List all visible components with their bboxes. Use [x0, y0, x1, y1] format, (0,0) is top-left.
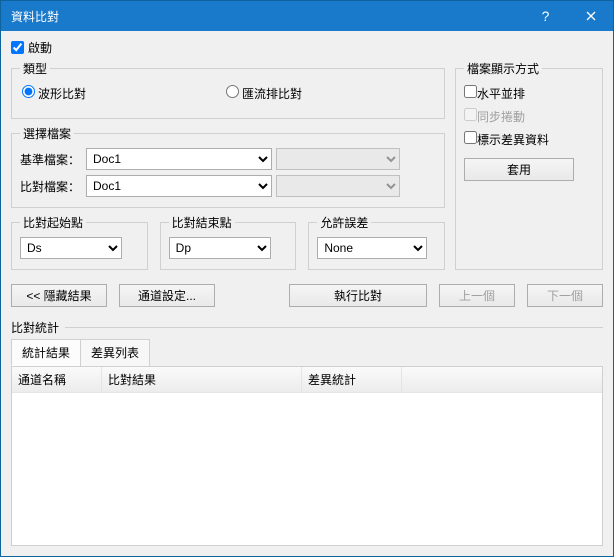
cmp-file-aux-select	[276, 175, 400, 197]
run-compare-button[interactable]: 執行比對	[289, 284, 427, 307]
type-radio-bus[interactable]: 匯流排比對	[226, 85, 302, 102]
dialog-window: 資料比對 ? 啟動 類型 波形比對 匯流排比對 選擇檔案	[0, 0, 614, 557]
side-by-side-checkbox[interactable]: 水平並排	[464, 85, 594, 102]
apply-button[interactable]: 套用	[464, 158, 574, 181]
type-radio-waveform[interactable]: 波形比對	[22, 85, 86, 102]
table-header: 通道名稱 比對結果 差異統計	[12, 367, 602, 393]
hide-results-button[interactable]: << 隱藏結果	[11, 284, 107, 307]
mark-diff-checkbox[interactable]: 標示差異資料	[464, 131, 594, 148]
tab-stats-result[interactable]: 統計結果	[11, 339, 81, 366]
enable-checkbox-input[interactable]	[11, 41, 24, 54]
display-group: 檔案顯示方式 水平並排 同步捲動 標示差異資料 套用	[455, 60, 603, 270]
next-button: 下一個	[527, 284, 603, 307]
base-file-label: 基準檔案：	[20, 151, 82, 168]
dialog-body: 啟動 類型 波形比對 匯流排比對 選擇檔案 基準檔案： Doc1	[1, 31, 613, 556]
enable-checkbox[interactable]: 啟動	[11, 39, 603, 56]
display-legend: 檔案顯示方式	[464, 60, 542, 77]
end-group: 比對結束點 Dp	[160, 214, 297, 270]
end-select[interactable]: Dp	[169, 237, 271, 259]
start-select[interactable]: Ds	[20, 237, 122, 259]
files-legend: 選擇檔案	[20, 125, 74, 142]
window-title: 資料比對	[11, 8, 523, 25]
col-diffstat[interactable]: 差異統計	[302, 367, 402, 392]
stats-table: 通道名稱 比對結果 差異統計	[11, 366, 603, 546]
col-result[interactable]: 比對結果	[102, 367, 302, 392]
col-channel[interactable]: 通道名稱	[12, 367, 102, 392]
prev-button: 上一個	[439, 284, 515, 307]
base-file-select[interactable]: Doc1	[86, 148, 272, 170]
close-button[interactable]	[568, 1, 613, 31]
stats-section-label: 比對統計	[11, 319, 59, 336]
stats-tabs: 統計結果 差異列表	[11, 339, 603, 367]
tolerance-group: 允許誤差 None	[308, 214, 445, 270]
cmp-file-select[interactable]: Doc1	[86, 175, 272, 197]
help-button[interactable]: ?	[523, 1, 568, 31]
titlebar: 資料比對 ?	[1, 1, 613, 31]
sync-scroll-checkbox: 同步捲動	[464, 108, 594, 125]
table-body	[12, 393, 602, 545]
close-icon	[586, 11, 596, 21]
start-legend: 比對起始點	[20, 214, 86, 231]
cmp-file-label: 比對檔案：	[20, 178, 82, 195]
start-group: 比對起始點 Ds	[11, 214, 148, 270]
channel-settings-button[interactable]: 通道設定...	[119, 284, 215, 307]
type-legend: 類型	[20, 60, 50, 77]
base-file-aux-select	[276, 148, 400, 170]
tolerance-legend: 允許誤差	[317, 214, 371, 231]
enable-label: 啟動	[28, 39, 52, 56]
divider	[65, 327, 603, 328]
tab-diff-list[interactable]: 差異列表	[80, 339, 150, 366]
tolerance-select[interactable]: None	[317, 237, 427, 259]
col-empty	[402, 367, 602, 392]
type-group: 類型 波形比對 匯流排比對	[11, 60, 445, 119]
end-legend: 比對結束點	[169, 214, 235, 231]
files-group: 選擇檔案 基準檔案： Doc1 比對檔案： Doc1	[11, 125, 445, 208]
